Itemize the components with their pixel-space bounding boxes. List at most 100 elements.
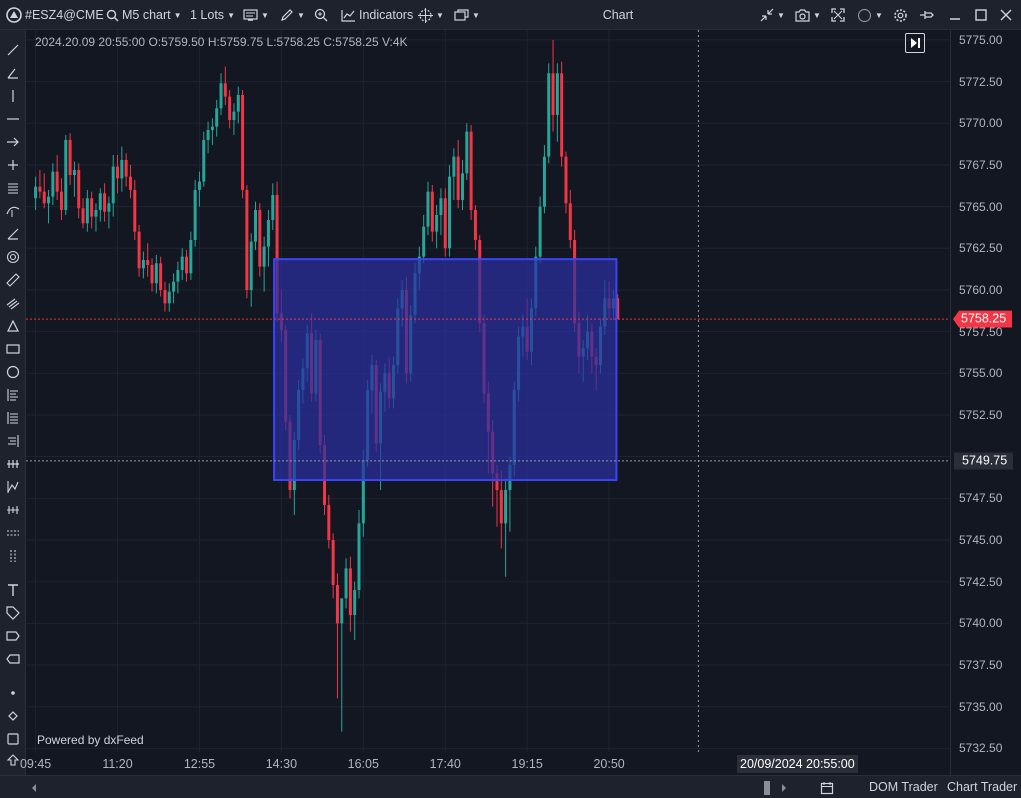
- ellipse-tool[interactable]: [3, 363, 23, 381]
- target-tool[interactable]: [3, 248, 23, 266]
- maximize-button[interactable]: [975, 0, 987, 30]
- square-icon: [6, 732, 20, 746]
- scroll-to-latest-button[interactable]: [905, 33, 925, 53]
- scroll-thumb[interactable]: [764, 776, 770, 798]
- parallel-lines-tool[interactable]: [3, 179, 23, 197]
- vertical-dotted-tool[interactable]: [3, 547, 23, 565]
- fib-extension-tool[interactable]: [3, 409, 23, 427]
- scroll-right-arrow[interactable]: [780, 776, 788, 798]
- crosshair-icon: [418, 7, 433, 23]
- search-icon: [106, 9, 119, 22]
- dotted-line-icon: [6, 526, 20, 540]
- elliott-wave-tool[interactable]: [3, 501, 23, 519]
- square-tool[interactable]: [3, 730, 23, 748]
- indicators-button[interactable]: Indicators: [341, 0, 413, 30]
- theme-button[interactable]: ▼: [857, 0, 883, 30]
- fib-retracement-tool[interactable]: [3, 386, 23, 404]
- text-tool[interactable]: [3, 581, 23, 599]
- gann-tool[interactable]: [3, 478, 23, 496]
- fib-extension-icon: [6, 411, 20, 425]
- lots-selector[interactable]: 1 Lots ▼: [190, 0, 235, 30]
- close-button[interactable]: [1000, 0, 1012, 30]
- minimize-icon: [949, 9, 961, 21]
- chevron-down-icon: ▼: [436, 10, 444, 20]
- candle-body: [473, 209, 477, 240]
- fullscreen-button[interactable]: [831, 0, 845, 30]
- time-axis[interactable]: 20/09/2024 20:55:00 09:45 11:20 12:55 14:30…: [20, 752, 950, 775]
- candle-body: [137, 231, 141, 269]
- dom-trader-button[interactable]: DOM Trader: [869, 776, 938, 798]
- candle-body: [167, 291, 171, 304]
- candle-body: [430, 191, 434, 232]
- collapse-button[interactable]: ▼: [760, 0, 785, 30]
- zoom-button[interactable]: [314, 0, 328, 30]
- candle-body: [348, 568, 352, 616]
- window-title: Chart: [602, 8, 634, 22]
- symbol-selector[interactable]: #ESZ4@CME: [6, 0, 104, 30]
- pin-button[interactable]: [919, 0, 935, 30]
- chart-trader-button[interactable]: Chart Trader: [947, 776, 1017, 798]
- ruler-icon: [6, 273, 20, 287]
- price-tick-label: 5752.50: [959, 408, 1003, 422]
- scroll-left-arrow[interactable]: [30, 776, 38, 798]
- candle-body: [555, 73, 559, 115]
- price-axis[interactable]: 5775.00 5772.50 5770.00 5767.50 5765.00 5762.…: [950, 30, 1021, 775]
- candle-body: [551, 73, 555, 115]
- target-icon: [6, 250, 20, 264]
- price-tick-label: 5775.00: [959, 32, 1003, 47]
- candle-body: [228, 96, 232, 120]
- candle-body: [59, 191, 63, 210]
- minimize-button[interactable]: [949, 0, 961, 30]
- chart-pane[interactable]: 2024.20.09 20:55:00 O:5759.50 H:5759.75 …: [26, 30, 950, 775]
- tag-tool[interactable]: [3, 604, 23, 622]
- screenshot-button[interactable]: ▼: [795, 0, 821, 30]
- horizontal-line-tool[interactable]: [3, 110, 23, 128]
- chevron-down-icon: ▼: [261, 10, 269, 20]
- ray-tool[interactable]: [3, 225, 23, 243]
- rectangle-tool[interactable]: [3, 340, 23, 358]
- dotted-line-tool[interactable]: [3, 524, 23, 542]
- drawing-tools-button[interactable]: ▼: [280, 0, 305, 30]
- layout-button[interactable]: ▼: [454, 0, 480, 30]
- fib-channel-tool[interactable]: [3, 294, 23, 312]
- calendar-button[interactable]: [820, 776, 834, 798]
- curve-icon: [6, 204, 20, 218]
- parallel-lines-icon: [6, 181, 20, 195]
- status-bar: DOM Trader Chart Trader: [0, 775, 1021, 798]
- timeframe-selector[interactable]: M5 chart ▼: [106, 0, 182, 30]
- candle-body: [154, 263, 158, 284]
- arrow-tool[interactable]: [3, 133, 23, 151]
- crosshair-button[interactable]: ▼: [418, 0, 444, 30]
- chart-type-button[interactable]: ▼: [243, 0, 269, 30]
- curve-tool[interactable]: [3, 202, 23, 220]
- plus-icon: [6, 158, 20, 172]
- callout-tool[interactable]: [3, 627, 23, 645]
- angle-tool[interactable]: [3, 64, 23, 82]
- candle-body: [116, 166, 120, 179]
- settings-button[interactable]: [893, 0, 908, 30]
- candle-body: [357, 523, 361, 591]
- fib-fan-tool[interactable]: [3, 432, 23, 450]
- vertical-line-tool[interactable]: [3, 87, 23, 105]
- price-chart[interactable]: [26, 30, 950, 775]
- price-label-tool[interactable]: [3, 650, 23, 668]
- price-tick-label: 5747.50: [959, 491, 1003, 506]
- candle-body: [331, 540, 335, 586]
- candle-body: [232, 111, 236, 120]
- indicators-icon: [341, 9, 356, 22]
- candle-body: [34, 186, 38, 199]
- candle-body: [210, 126, 214, 130]
- vertical-dotted-icon: [6, 549, 20, 563]
- cross-line-tool[interactable]: [3, 156, 23, 174]
- ruler-tool[interactable]: [3, 271, 23, 289]
- indicators-label: Indicators: [359, 8, 414, 22]
- chevron-down-icon: ▼: [173, 10, 182, 20]
- diamond-tool[interactable]: [3, 707, 23, 725]
- trend-line-tool[interactable]: [3, 41, 23, 59]
- price-tick-label: 5767.50: [959, 157, 1003, 172]
- dot-tool[interactable]: [3, 684, 23, 702]
- triangle-tool[interactable]: [3, 317, 23, 335]
- zoom-in-icon: [314, 8, 328, 22]
- time-tick-label: 11:20: [102, 757, 133, 771]
- pitchfork-tool[interactable]: [3, 455, 23, 473]
